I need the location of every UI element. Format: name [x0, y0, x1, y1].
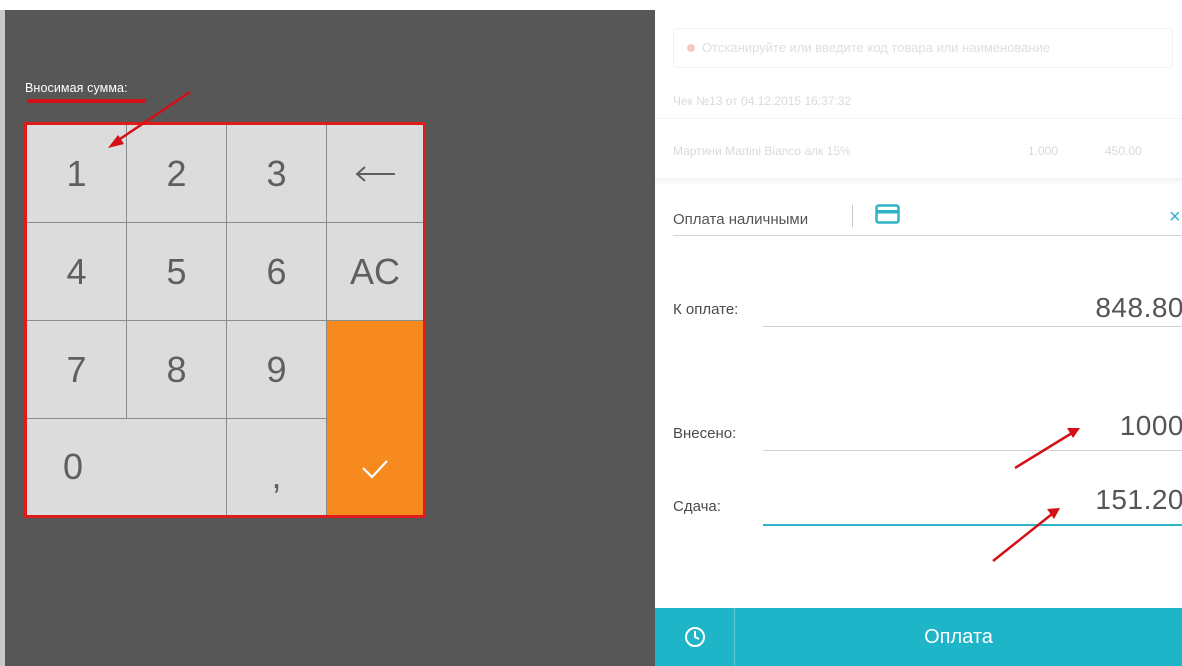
check-icon — [362, 460, 388, 479]
annotation-underline — [27, 99, 146, 103]
receipt-item-name: Мартини Martini Bianco алк 15% — [673, 144, 851, 158]
due-label: К оплате: — [673, 301, 739, 318]
key-9[interactable]: 9 — [227, 321, 327, 419]
card-icon[interactable] — [875, 204, 900, 224]
key-7[interactable]: 7 — [27, 321, 127, 419]
scan-alert: Отсканируйте или введите код товара или … — [673, 28, 1173, 68]
backspace-key[interactable] — [327, 125, 423, 223]
paid-underline — [763, 450, 1182, 451]
key-0[interactable]: 0 — [27, 419, 227, 515]
bottom-action-bar: Оплата — [655, 608, 1182, 666]
top-border — [0, 0, 655, 10]
history-button[interactable] — [655, 608, 735, 666]
receipt-title: Чек №13 от 04.12.2015 16:37:32 — [673, 94, 852, 108]
header-divider — [852, 205, 853, 227]
payment-panel: Отсканируйте или введите код товара или … — [655, 10, 1182, 666]
header-line — [673, 235, 1182, 236]
due-underline — [763, 326, 1182, 327]
paid-input[interactable]: 1000 — [1120, 410, 1182, 442]
clear-key[interactable]: AC — [327, 223, 423, 321]
pay-button[interactable]: Оплата — [735, 608, 1182, 666]
key-1[interactable]: 1 — [27, 125, 127, 223]
amount-label: Вносимая сумма: — [25, 81, 128, 95]
key-6[interactable]: 6 — [227, 223, 327, 321]
clock-icon — [684, 627, 705, 647]
change-underline — [763, 524, 1182, 526]
receipt-item-qty: 1.000 — [1028, 144, 1059, 158]
change-label: Сдача: — [673, 498, 721, 515]
receipt-divider — [655, 118, 1182, 119]
comma-key[interactable]: , — [227, 419, 327, 515]
receipt-item-price: 450.00 — [1105, 144, 1142, 158]
alert-dot — [687, 44, 695, 52]
payment-method-label: Оплата наличными — [673, 211, 809, 228]
panel-edge — [0, 10, 5, 666]
change-value: 151.20 — [1095, 484, 1182, 515]
key-8[interactable]: 8 — [127, 321, 227, 419]
backspace-arrow-icon — [355, 165, 395, 182]
key-5[interactable]: 5 — [127, 223, 227, 321]
key-3[interactable]: 3 — [227, 125, 327, 223]
key-2[interactable]: 2 — [127, 125, 227, 223]
alert-text: Отсканируйте или введите код товара или … — [702, 40, 1051, 55]
close-icon[interactable]: × — [1169, 206, 1181, 229]
key-4[interactable]: 4 — [27, 223, 127, 321]
paid-label: Внесено: — [673, 425, 737, 442]
due-value: 848.80 — [1095, 292, 1182, 323]
numeric-keypad: 1 2 3 4 5 6 AC 7 8 9 0 , — [24, 122, 426, 518]
confirm-key[interactable] — [327, 321, 423, 515]
dialog-shadow — [655, 178, 1182, 186]
